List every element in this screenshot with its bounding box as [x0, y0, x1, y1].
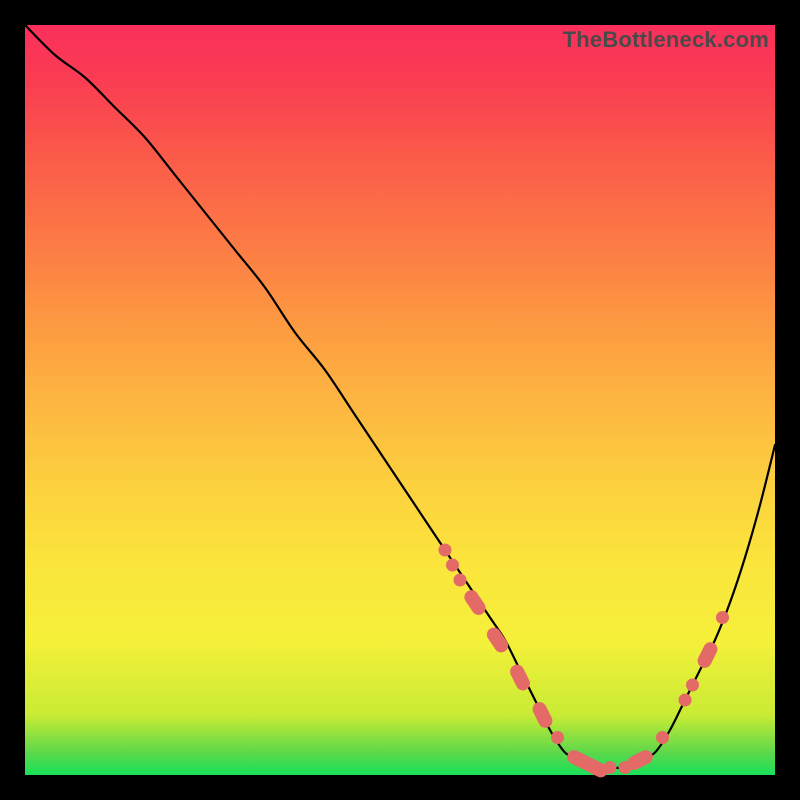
highlight-markers — [439, 544, 730, 780]
marker-dot — [604, 761, 617, 774]
marker-dot — [454, 574, 467, 587]
marker-capsule — [462, 588, 487, 617]
marker-capsule — [508, 663, 531, 692]
marker-dot — [551, 731, 564, 744]
marker-capsule — [625, 748, 654, 771]
marker-dot — [679, 694, 692, 707]
watermark-text: TheBottleneck.com — [563, 27, 769, 53]
marker-capsule — [696, 640, 719, 669]
marker-capsule — [531, 700, 554, 729]
marker-dot — [439, 544, 452, 557]
marker-dot — [446, 559, 459, 572]
marker-dot — [686, 679, 699, 692]
marker-capsule — [485, 626, 510, 655]
bottleneck-curve — [25, 25, 775, 768]
chart-svg — [25, 25, 775, 775]
chart-frame: TheBottleneck.com — [25, 25, 775, 775]
marker-dot — [656, 731, 669, 744]
marker-dot — [716, 611, 729, 624]
curve-path — [25, 25, 775, 768]
